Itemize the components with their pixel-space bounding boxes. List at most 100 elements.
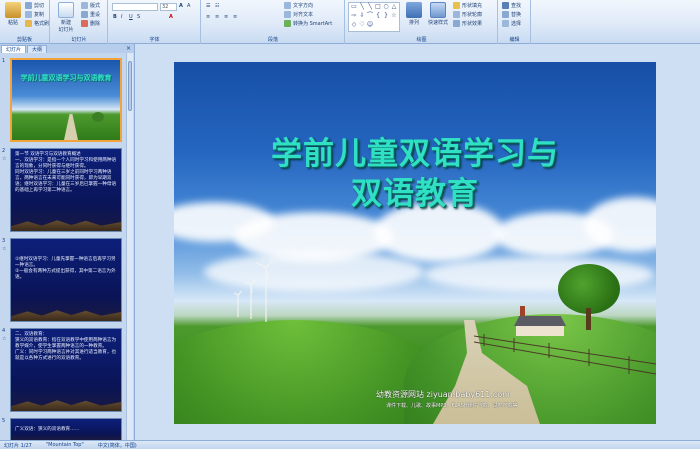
smartart-icon <box>284 20 291 27</box>
pane-scrollbar[interactable] <box>126 53 133 440</box>
close-pane-icon[interactable]: × <box>126 45 131 53</box>
drawing-group-label: 绘图 <box>416 37 427 43</box>
arrange-button[interactable]: 排列 <box>403 2 425 26</box>
italic-icon[interactable]: I <box>121 14 122 20</box>
copy-button[interactable]: 复制 <box>25 11 44 18</box>
slide-title-line-1[interactable]: 学前儿童双语学习与 <box>174 128 656 173</box>
thumb-text: 二、双语教育： 狭义的双语教育：指在双语教学中使用两种语言为教学媒介，使学生掌握… <box>15 332 117 361</box>
format-painter-button[interactable]: 格式刷 <box>25 20 49 27</box>
thumb-number: 3 <box>2 238 6 244</box>
shapes-gallery[interactable]: ▭ ╲ ╲ □ ○ △ ⇨ ⇩ ⌒ { } ☆ ◇ ♡ ☺ <box>348 2 400 32</box>
thumb-tree <box>92 112 104 122</box>
language-indicator[interactable]: 中文(简体，中国) <box>98 442 137 449</box>
underline-icon[interactable]: U <box>129 14 133 20</box>
grow-font-icon[interactable]: A <box>179 3 183 9</box>
delete-button[interactable]: 删除 <box>81 20 100 27</box>
thumb-mountains <box>11 310 121 321</box>
font-name-combo[interactable] <box>112 3 158 11</box>
copy-icon <box>25 11 32 18</box>
slide-footer-caption: 课件下载、儿歌、故事MP3、FLASH课件下载、试卷下载等 <box>386 403 518 409</box>
shape-outline-button[interactable]: 形状轮廓 <box>453 11 482 18</box>
fill-bucket-icon <box>453 2 460 9</box>
slide-title-line-2[interactable]: 双语教育 <box>174 168 656 213</box>
layout-icon <box>81 2 88 9</box>
theme-name: "Mountain Top" <box>45 442 84 448</box>
new-slide-button[interactable]: 新建 幻灯片 <box>55 2 77 33</box>
align-center-icon[interactable]: ≡ <box>215 14 219 20</box>
brush-icon <box>25 20 32 27</box>
thumb-number: 4 <box>2 328 6 334</box>
oval-icon[interactable]: ○ <box>382 3 390 10</box>
text-direction-icon <box>284 2 291 9</box>
slides-group: 新建 幻灯片 版式 重设 删除 幻灯片 <box>51 0 108 44</box>
slide-thumbnail-4[interactable]: 二、双语教育： 狭义的双语教育：指在双语教学中使用两种语言为教学媒介，使学生掌握… <box>10 328 122 412</box>
align-right-icon[interactable]: ≡ <box>224 14 228 20</box>
align-left-icon[interactable]: ≡ <box>206 14 210 20</box>
bullets-icon[interactable]: ☰ <box>206 3 210 9</box>
shape-fill-button[interactable]: 形状填充 <box>453 2 482 9</box>
smiley-icon[interactable]: ☺ <box>366 21 374 28</box>
heart-icon[interactable]: ♡ <box>358 21 366 28</box>
star-icon[interactable]: ☆ <box>390 12 398 19</box>
replace-icon <box>502 11 509 18</box>
strikethrough-icon[interactable]: S <box>137 14 140 20</box>
find-button[interactable]: 查找 <box>502 2 521 9</box>
font-group: 32 A A B I U S A 字体 <box>109 0 201 44</box>
paragraph-group: ☰ ☷ ≡ ≡ ≡ ≡ 文字方向 对齐文本 转换为 SmartArt 段落 <box>202 0 345 44</box>
replace-button[interactable]: 替换 <box>502 11 521 18</box>
slide-thumbnail-3[interactable]: ①继时双语学习：儿童先掌握一种语言后再学习另一种语言。 ②一般会有两种方式提出获… <box>10 238 122 322</box>
numbering-icon[interactable]: ☷ <box>215 3 219 9</box>
cut-button[interactable]: 剪切 <box>25 2 44 9</box>
slide-thumbnail-5[interactable]: 广义双语：狭义的双语教育…… <box>10 418 122 440</box>
paste-button[interactable]: 粘贴 <box>2 2 24 26</box>
shrink-font-icon[interactable]: A <box>187 3 190 9</box>
animation-star-icon: ☆ <box>2 336 7 342</box>
layout-button[interactable]: 版式 <box>81 2 100 9</box>
align-text-button[interactable]: 对齐文本 <box>284 11 313 18</box>
brace-icon[interactable]: { <box>374 12 382 19</box>
shape-effects-button[interactable]: 形状效果 <box>453 20 482 27</box>
slide-thumbnail-1[interactable]: 学前儿童双语学习与双语教育 <box>10 58 122 142</box>
slide-canvas[interactable]: 学前儿童双语学习与 双语教育 幼教资源网站 ziyuan.baby611.com… <box>174 62 656 424</box>
font-group-label: 字体 <box>149 37 160 43</box>
thumb-number: 5 <box>2 418 6 424</box>
reset-button[interactable]: 重设 <box>81 11 100 18</box>
paste-icon <box>5 2 21 18</box>
thumb-number: 2 <box>2 148 6 154</box>
thumb-text: ①继时双语学习：儿童先掌握一种语言后再学习另一种语言。 ②一般会有两种方式提出获… <box>15 257 116 280</box>
justify-icon[interactable]: ≡ <box>233 14 237 20</box>
rectangle-icon[interactable]: □ <box>374 3 382 10</box>
text-direction-button[interactable]: 文字方向 <box>284 2 313 9</box>
callout-icon[interactable]: ◇ <box>350 21 358 28</box>
brace-icon[interactable]: } <box>382 12 390 19</box>
slide-thumbnail-2[interactable]: 第一节 双语学习与双语教育概述 一、双语学习：是指一个人同时学习和使用两种语言的… <box>10 148 122 232</box>
tab-slides[interactable]: 幻灯片 <box>1 45 27 53</box>
arrow-right-icon[interactable]: ⇨ <box>350 12 358 19</box>
line-icon[interactable]: ╲ <box>366 3 374 10</box>
clipboard-group: 粘贴 剪切 复制 格式刷 剪贴板 <box>0 0 50 44</box>
effects-icon <box>453 20 460 27</box>
cursor-icon <box>502 20 509 27</box>
text-box-icon[interactable]: ▭ <box>350 3 358 10</box>
triangle-icon[interactable]: △ <box>390 3 398 10</box>
font-size-combo[interactable]: 32 <box>160 3 177 11</box>
select-button[interactable]: 选择 <box>502 20 521 27</box>
arrow-down-icon[interactable]: ⇩ <box>358 12 366 19</box>
scrollbar-thumb[interactable] <box>128 61 132 111</box>
editing-group-label: 编辑 <box>509 37 520 43</box>
convert-smartart-button[interactable]: 转换为 SmartArt <box>284 20 332 27</box>
wind-turbines <box>233 258 275 322</box>
pane-tabs: 幻灯片 大纲 × <box>0 44 134 53</box>
paste-label: 粘贴 <box>7 20 18 26</box>
farmhouse <box>514 306 566 336</box>
curve-icon[interactable]: ⌒ <box>366 12 374 19</box>
quick-styles-button[interactable]: 快速样式 <box>425 2 451 26</box>
font-color-icon[interactable]: A <box>169 14 173 20</box>
thumb-mountains <box>11 220 121 231</box>
bold-icon[interactable]: B <box>113 14 117 20</box>
animation-star-icon: ☆ <box>2 156 7 162</box>
ribbon: 粘贴 剪切 复制 格式刷 剪贴板 新建 幻灯片 版式 重设 删除 幻灯片 32 … <box>0 0 700 44</box>
thumb-mountains <box>11 400 121 411</box>
tab-outline[interactable]: 大纲 <box>27 45 48 53</box>
line-icon[interactable]: ╲ <box>358 3 366 10</box>
